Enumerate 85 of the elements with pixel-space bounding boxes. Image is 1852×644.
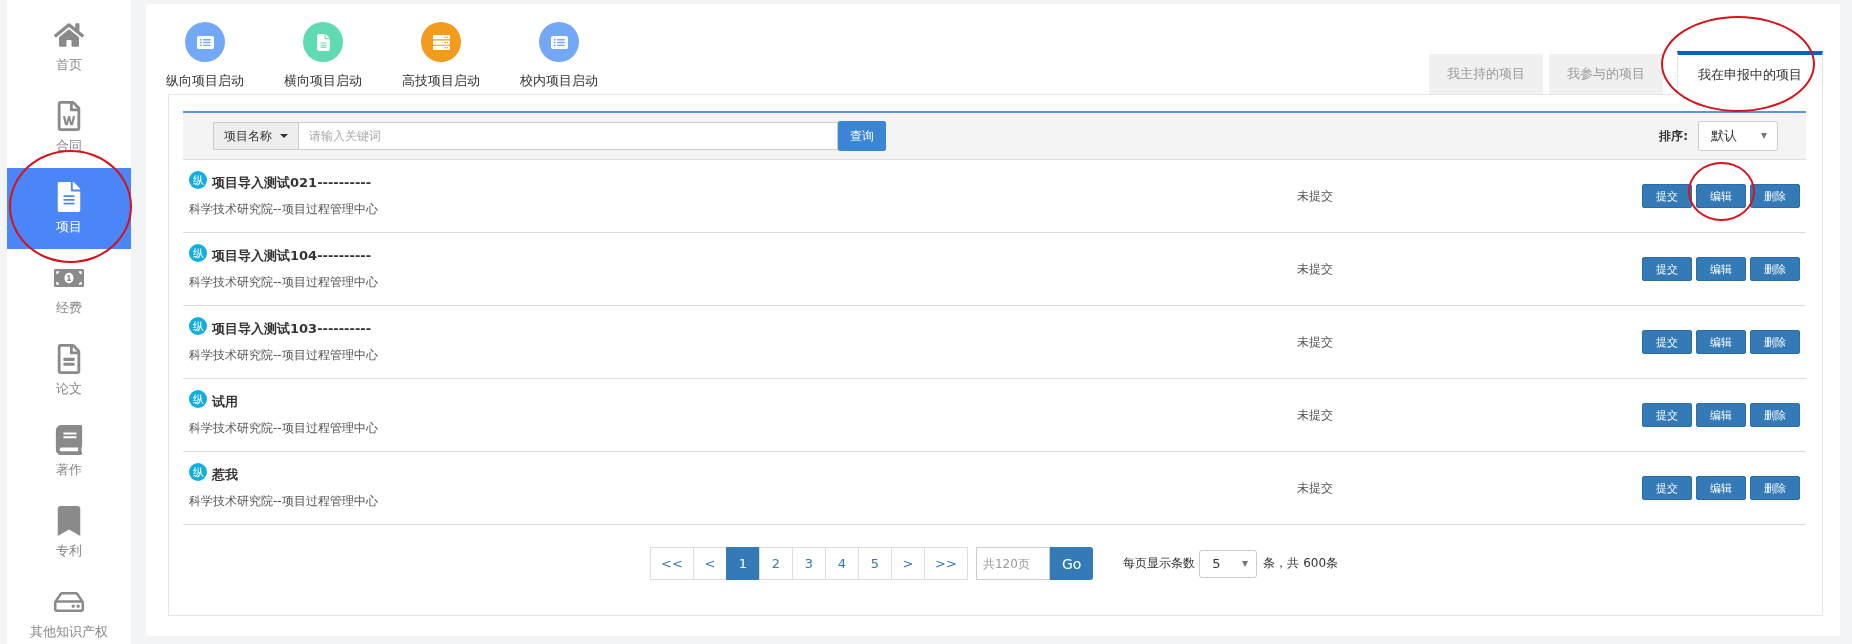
book-icon [54, 424, 84, 455]
per-page-label: 每页显示条数 [1123, 555, 1196, 572]
sidebar-item[interactable]: 论文 [7, 330, 131, 411]
action-button[interactable]: 编辑 [1696, 330, 1746, 354]
caret-icon [280, 134, 288, 138]
organization-text: 科学技术研究院--项目过程管理中心 [189, 347, 379, 364]
status-text: 未提交 [1297, 406, 1334, 424]
launcher-label[interactable]: 横向项目启动 [284, 72, 362, 90]
launcher-label[interactable]: 高技项目启动 [402, 72, 480, 90]
action-button[interactable]: 编辑 [1696, 184, 1746, 208]
action-button[interactable]: 删除 [1750, 476, 1800, 500]
page-button[interactable]: << [649, 547, 694, 580]
type-badge: 纵 [189, 317, 207, 335]
document-icon[interactable] [303, 22, 343, 62]
sidebar-item[interactable]: 其他知识产权 [7, 573, 131, 644]
organization-text: 科学技术研究院--项目过程管理中心 [189, 493, 379, 510]
server-icon[interactable] [421, 22, 461, 62]
action-button[interactable]: 删除 [1750, 184, 1800, 208]
action-button[interactable]: 提交 [1642, 184, 1692, 208]
type-badge: 纵 [189, 244, 207, 262]
sidebar-label: 项目 [56, 217, 82, 236]
action-button[interactable]: 编辑 [1696, 476, 1746, 500]
page-button[interactable]: 4 [824, 547, 859, 580]
launcher-label[interactable]: 校内项目启动 [520, 72, 598, 90]
total-count-text: 条，共 600条 [1263, 555, 1339, 572]
sort-label: 排序: [1659, 127, 1688, 145]
page-button[interactable]: >> [923, 547, 968, 580]
search-field[interactable]: 请输入关键词 [298, 122, 838, 150]
status-text: 未提交 [1297, 187, 1334, 205]
type-badge: 纵 [189, 463, 207, 481]
page-button[interactable]: 2 [758, 547, 793, 580]
sidebar-label: 合同 [56, 136, 82, 155]
sidebar-item[interactable]: 经费 [7, 249, 131, 330]
action-button[interactable]: 编辑 [1696, 257, 1746, 281]
caret-icon [1761, 133, 1767, 139]
organization-text: 科学技术研究院--项目过程管理中心 [189, 420, 379, 437]
sidebar-label: 论文 [56, 379, 82, 398]
action-button[interactable]: 提交 [1642, 476, 1692, 500]
sidebar-label: 其他知识产权 [30, 622, 108, 641]
per-page-select[interactable]: 5 [1199, 549, 1258, 578]
project-title: 惹我 [212, 466, 238, 484]
page-button[interactable]: < [692, 547, 727, 580]
tab[interactable]: 我参与的项目 [1549, 54, 1663, 94]
list-folder-icon[interactable] [185, 22, 225, 62]
organization-text: 科学技术研究院--项目过程管理中心 [189, 201, 379, 218]
action-button[interactable]: 提交 [1642, 403, 1692, 427]
query-button[interactable]: 查询 [838, 121, 886, 151]
list-folder-icon[interactable] [539, 22, 579, 62]
sidebar-item[interactable]: 著作 [7, 411, 131, 492]
status-text: 未提交 [1297, 333, 1334, 351]
sidebar-item[interactable]: 专利 [7, 492, 131, 573]
project-title: 项目导入测试104---------- [212, 247, 372, 265]
page-button[interactable]: 5 [857, 547, 892, 580]
status-text: 未提交 [1297, 479, 1334, 497]
action-button[interactable]: 删除 [1750, 257, 1800, 281]
action-button[interactable]: 提交 [1642, 330, 1692, 354]
project-title: 项目导入测试103---------- [212, 320, 372, 338]
sidebar-item[interactable]: 项目 [7, 168, 131, 249]
page-button[interactable]: > [890, 547, 925, 580]
sidebar-label: 著作 [56, 460, 82, 479]
sidebar-item[interactable]: 合同 [7, 87, 131, 168]
action-button[interactable]: 删除 [1750, 403, 1800, 427]
page-button[interactable]: 1 [725, 547, 760, 580]
type-badge: 纵 [189, 171, 207, 189]
sidebar-label: 首页 [56, 55, 82, 74]
action-button[interactable]: 删除 [1750, 330, 1800, 354]
sidebar-item[interactable]: 首页 [7, 6, 131, 87]
tab[interactable]: 我在申报中的项目 [1677, 51, 1823, 95]
sidebar-label: 专利 [56, 541, 82, 560]
launcher-label[interactable]: 纵向项目启动 [166, 72, 244, 90]
action-button[interactable]: 提交 [1642, 257, 1692, 281]
caret-icon [1242, 560, 1249, 567]
tab[interactable]: 我主持的项目 [1429, 54, 1543, 94]
project-title: 试用 [212, 393, 238, 411]
action-button[interactable]: 编辑 [1696, 403, 1746, 427]
field-dropdown[interactable]: 项目名称 [213, 122, 298, 150]
page-number-field[interactable]: 共120页 [975, 547, 1050, 580]
go-button[interactable]: Go [1049, 547, 1094, 580]
project-title: 项目导入测试021---------- [212, 174, 372, 192]
sidebar-label: 经费 [56, 298, 82, 317]
organization-text: 科学技术研究院--项目过程管理中心 [189, 274, 379, 291]
type-badge: 纵 [189, 390, 207, 408]
status-text: 未提交 [1297, 260, 1334, 278]
sort-select[interactable]: 默认 [1698, 121, 1778, 151]
page-button[interactable]: 3 [791, 547, 826, 580]
